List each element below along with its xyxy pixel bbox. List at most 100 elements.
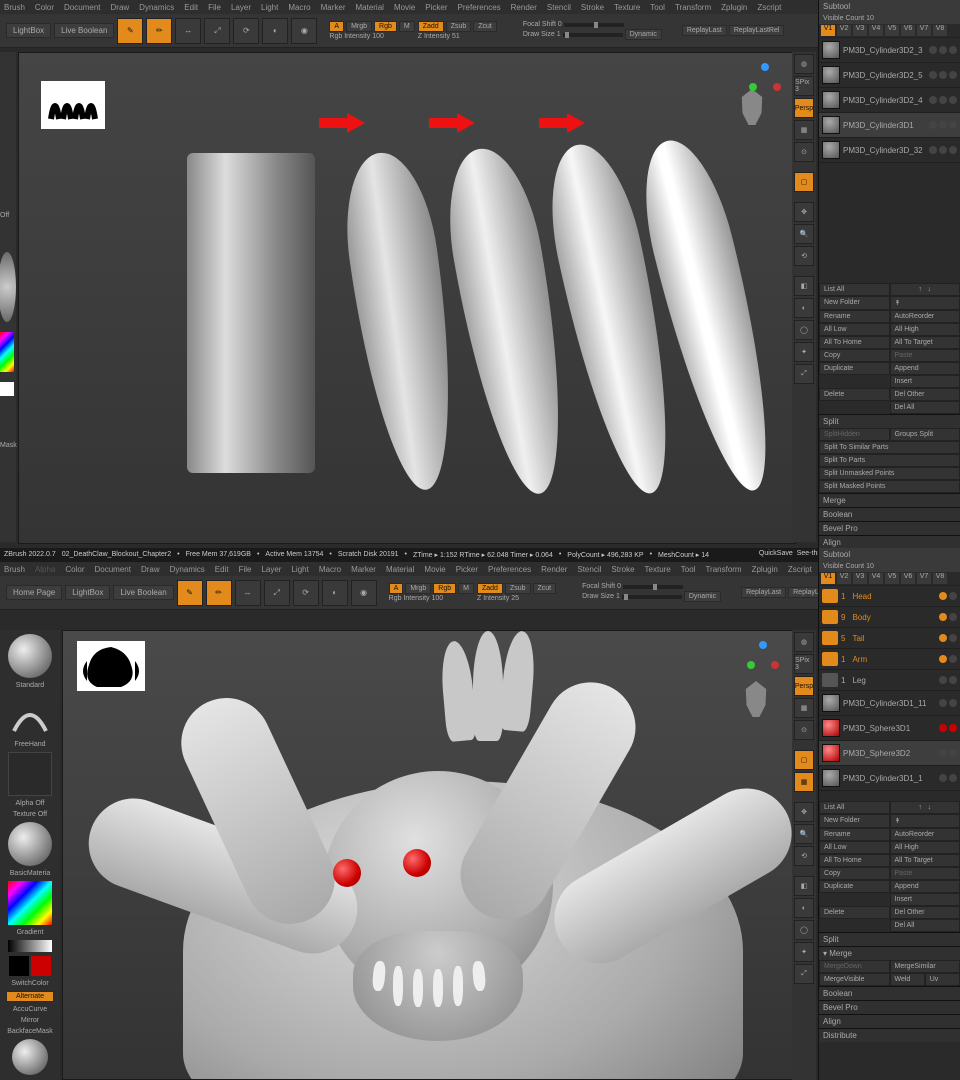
mrgb-button[interactable]: Mrgb <box>405 583 431 594</box>
z-intensity-label[interactable]: Z Intensity 25 <box>477 595 556 602</box>
weld-button[interactable]: Weld <box>890 973 925 986</box>
subtool-title[interactable]: Subtool <box>819 548 960 561</box>
edit-mode-icon[interactable]: ✎ <box>117 18 143 44</box>
menu-brush[interactable]: Brush <box>4 3 25 12</box>
lightbox-button[interactable]: LightBox <box>65 585 110 600</box>
delete-button[interactable]: Delete <box>819 906 890 919</box>
dynamesh-icon[interactable]: ◉ <box>351 580 377 606</box>
boolean-section[interactable]: Boolean <box>819 507 960 521</box>
bpr-icon[interactable]: ◍ <box>794 632 814 652</box>
transp-button[interactable]: ◧ <box>794 876 814 896</box>
subtool-item[interactable]: PM3D_Cylinder3D1_11 <box>819 691 960 716</box>
vtab-6[interactable]: V6 <box>901 25 915 36</box>
listall-button[interactable]: List All <box>819 801 890 814</box>
rgb-button[interactable]: Rgb <box>433 583 456 594</box>
ghost-button[interactable]: ◐ <box>794 298 814 318</box>
split-section[interactable]: Split <box>819 932 960 946</box>
vtab-3[interactable]: V3 <box>853 25 867 36</box>
viewport[interactable] <box>18 52 796 544</box>
move-mode-icon[interactable]: ↔ <box>175 18 201 44</box>
alllow-button[interactable]: All Low <box>819 323 890 336</box>
paste-button[interactable]: Paste <box>890 349 960 362</box>
mrgb-a-button[interactable]: A <box>389 583 404 594</box>
move-icon[interactable]: ✥ <box>794 802 814 822</box>
menu-picker[interactable]: Picker <box>425 3 447 12</box>
move-icon[interactable]: ✥ <box>794 202 814 222</box>
ghost-button[interactable]: ◐ <box>794 898 814 918</box>
draw-mode-icon[interactable]: ✏ <box>206 580 232 606</box>
liveboolean-button[interactable]: Live Boolean <box>113 585 173 600</box>
vtab-5[interactable]: V5 <box>885 573 899 584</box>
subtool-item[interactable]: PM3D_Cylinder3D_32 <box>819 138 960 163</box>
uv-button[interactable]: Uv <box>925 973 960 986</box>
persp-button[interactable]: Persp <box>794 98 814 118</box>
alltohome-button[interactable]: All To Home <box>819 854 890 867</box>
solo-button[interactable]: ◯ <box>794 320 814 340</box>
append-button[interactable]: Append <box>890 880 960 893</box>
allhigh-button[interactable]: All High <box>890 841 960 854</box>
menu-macro[interactable]: Macro <box>288 3 310 12</box>
menu-dynamics[interactable]: Dynamics <box>139 3 174 12</box>
subtool-item[interactable]: PM3D_Sphere3D2 <box>819 741 960 766</box>
newfolder-button[interactable]: New Folder <box>819 814 890 828</box>
folder-up-button[interactable]: ↟ <box>890 814 960 828</box>
delother-button[interactable]: Del Other <box>890 388 960 401</box>
menu-marker[interactable]: Marker <box>321 3 346 12</box>
transp-button[interactable]: ◧ <box>794 276 814 296</box>
folder-item[interactable]: 1Leg <box>819 670 960 691</box>
menu-stroke[interactable]: Stroke <box>581 3 604 12</box>
splithidden-button[interactable]: SplitHidden <box>819 428 890 441</box>
homepage-button[interactable]: Home Page <box>6 585 62 600</box>
menu-stencil[interactable]: Stencil <box>547 3 571 12</box>
zoom-button[interactable]: ⤢ <box>794 364 814 384</box>
subtool-item[interactable]: PM3D_Cylinder3D1 <box>819 113 960 138</box>
rotate-icon[interactable]: ⟲ <box>794 846 814 866</box>
subtool-title[interactable]: Subtool <box>819 0 960 13</box>
alllow-button[interactable]: All Low <box>819 841 890 854</box>
mrgb-button[interactable]: Mrgb <box>346 21 372 32</box>
folder-item[interactable]: 1Head <box>819 586 960 607</box>
boolean-section[interactable]: Boolean <box>819 986 960 1000</box>
mirror-button[interactable]: Mirror <box>21 1017 39 1024</box>
rgb-button[interactable]: Rgb <box>374 21 397 32</box>
spix-label[interactable]: SPix 3 <box>794 654 814 674</box>
frame-button[interactable]: ▢ <box>794 172 814 192</box>
vtab-1[interactable]: V1 <box>821 25 835 36</box>
alltohome-button[interactable]: All To Home <box>819 336 890 349</box>
menu-render[interactable]: Render <box>511 3 537 12</box>
copy-button[interactable]: Copy <box>819 349 890 362</box>
autoreorder-button[interactable]: AutoReorder <box>890 310 960 323</box>
vtab-2[interactable]: V2 <box>837 573 851 584</box>
liveboolean-button[interactable]: Live Boolean <box>54 23 114 38</box>
zadd-button[interactable]: Zadd <box>477 583 503 594</box>
menu-document[interactable]: Document <box>64 3 100 12</box>
brush-swatch[interactable] <box>8 634 52 678</box>
merge-section[interactable]: ▾ Merge <box>819 946 960 960</box>
vtab-1[interactable]: V1 <box>821 573 835 584</box>
vtab-5[interactable]: V5 <box>885 25 899 36</box>
accucurve-button[interactable]: AccuCurve <box>13 1006 47 1013</box>
color-picker[interactable] <box>8 881 52 925</box>
duplicate-button[interactable]: Duplicate <box>819 880 890 893</box>
edit-mode-icon[interactable]: ✎ <box>177 580 203 606</box>
duplicate-button[interactable]: Duplicate <box>819 362 890 375</box>
alltotarget-button[interactable]: All To Target <box>890 854 960 867</box>
folder-item[interactable]: 9Body <box>819 607 960 628</box>
vtab-8[interactable]: V8 <box>933 25 947 36</box>
delete-button[interactable]: Delete <box>819 388 890 401</box>
scale-mode-icon[interactable]: ⤢ <box>264 580 290 606</box>
draw-mode-icon[interactable]: ✏ <box>146 18 172 44</box>
menu-layer[interactable]: Layer <box>231 3 251 12</box>
xpose-button[interactable]: ✦ <box>794 342 814 362</box>
rgb-intensity-label[interactable]: Rgb Intensity 100 <box>329 33 414 40</box>
mergesimilar-button[interactable]: MergeSimilar <box>890 960 960 973</box>
splitparts-button[interactable]: Split To Parts <box>819 454 960 467</box>
menu-movie[interactable]: Movie <box>394 3 415 12</box>
lightbox-button[interactable]: LightBox <box>6 23 51 38</box>
vtab-4[interactable]: V4 <box>869 573 883 584</box>
newfolder-button[interactable]: New Folder <box>819 296 890 310</box>
align-section[interactable]: Align <box>819 1014 960 1028</box>
backface-button[interactable]: BackfaceMask <box>7 1028 53 1035</box>
subtool-item[interactable]: PM3D_Cylinder3D2_5 <box>819 63 960 88</box>
axis-gizmo[interactable] <box>747 637 787 677</box>
